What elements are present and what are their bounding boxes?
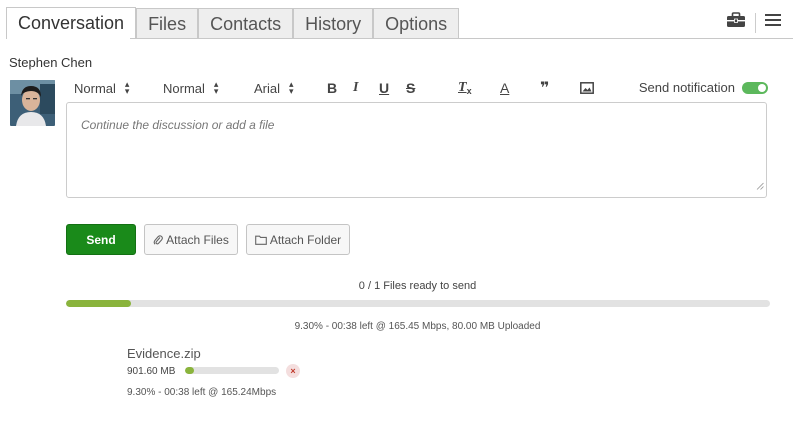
underline-icon[interactable]: U	[379, 80, 389, 96]
tab-bar: Conversation Files Contacts History Opti…	[6, 7, 460, 39]
file-size: 901.60 MB	[127, 366, 176, 377]
italic-icon[interactable]: I	[353, 80, 358, 96]
font-family-value: Arial	[254, 80, 281, 96]
paperclip-icon	[153, 234, 164, 246]
editor-toolbar: Normal ▴ ▾ Normal ▴ ▾ Arial ▴ ▾ B I U S Tx …	[66, 80, 770, 98]
sort-caret-icon: ▴ ▾	[213, 79, 219, 96]
tab-history[interactable]: History	[293, 8, 374, 38]
file-progress-bar	[185, 367, 279, 374]
editor-placeholder: Continue the discussion or add a file	[81, 118, 275, 132]
send-notification-toggle[interactable]	[742, 81, 768, 94]
tab-contacts[interactable]: Contacts	[198, 8, 294, 38]
toolbox-icon[interactable]	[726, 12, 746, 33]
tab-options[interactable]: Options	[373, 8, 460, 38]
overall-upload-stats: 9.30% - 00:38 left @ 165.45 Mbps, 80.00 …	[294, 321, 541, 332]
send-button-label: Send	[86, 232, 116, 247]
file-progress-fill	[185, 367, 194, 374]
attach-files-label: Attach Files	[166, 232, 229, 247]
tab-files[interactable]: Files	[136, 8, 199, 38]
sort-caret-icon: ▴ ▾	[289, 79, 294, 96]
clear-format-icon[interactable]: Tx	[458, 80, 472, 96]
overall-progress-fill	[66, 300, 132, 307]
user-name: Stephen Chen	[9, 55, 93, 70]
send-button[interactable]: Send	[66, 224, 136, 255]
text-color-icon[interactable]: A	[500, 80, 509, 96]
attach-files-button[interactable]: Attach Files	[144, 224, 238, 255]
paragraph-format-value: Normal	[74, 80, 116, 96]
file-upload-stats: 9.30% - 00:38 left @ 165.24Mbps	[127, 387, 277, 398]
sort-caret-icon: ▴ ▾	[124, 79, 130, 96]
remove-file-button[interactable]: ×	[286, 364, 300, 378]
send-notification-toggle-group: Send notification	[639, 80, 768, 95]
attach-folder-button[interactable]: Attach Folder	[246, 224, 350, 255]
file-name: Evidence.zip	[127, 346, 201, 361]
bold-icon[interactable]: B	[327, 80, 337, 96]
font-family-select[interactable]: Arial ▴ ▾	[254, 80, 294, 96]
font-size-value: Normal	[163, 80, 205, 96]
header-actions	[726, 12, 781, 33]
font-size-select[interactable]: Normal ▴ ▾	[163, 80, 218, 96]
send-notification-label: Send notification	[638, 80, 735, 95]
quote-icon[interactable]: ❞	[540, 80, 549, 97]
folder-icon	[254, 235, 267, 245]
files-ready-status: 0 / 1 Files ready to send	[358, 280, 477, 292]
avatar	[10, 80, 55, 126]
tab-conversation[interactable]: Conversation	[6, 7, 137, 39]
image-icon[interactable]	[580, 80, 594, 96]
strikethrough-icon[interactable]: S	[406, 80, 415, 96]
overall-progress-bar	[66, 300, 770, 307]
close-icon: ×	[290, 366, 296, 376]
attach-folder-label: Attach Folder	[269, 232, 342, 247]
paragraph-format-select[interactable]: Normal ▴ ▾	[74, 80, 129, 96]
resize-handle-icon[interactable]	[756, 177, 764, 195]
menu-icon[interactable]	[765, 13, 781, 32]
message-editor[interactable]: Continue the discussion or add a file	[66, 102, 767, 198]
